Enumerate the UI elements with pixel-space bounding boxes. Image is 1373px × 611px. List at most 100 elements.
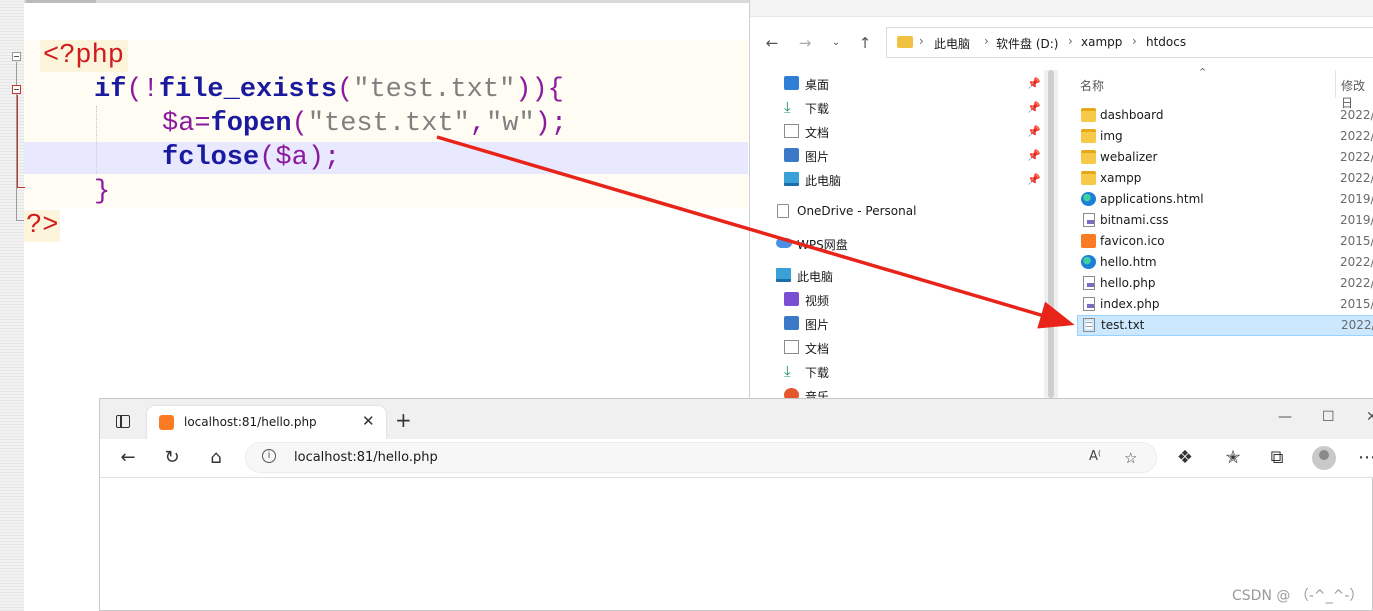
breadcrumb-item[interactable]: 此电脑 [934, 35, 970, 52]
code-line: $a=fopen("test.txt","w"); [162, 107, 567, 141]
breadcrumb-item[interactable]: htdocs [1146, 35, 1186, 49]
tab-actions-icon[interactable] [116, 415, 130, 428]
column-divider[interactable] [1335, 70, 1336, 98]
fold-toggle-icon[interactable] [12, 52, 21, 61]
edge-html-icon [1081, 255, 1096, 269]
scrollbar-thumb[interactable] [1048, 70, 1054, 398]
file-row-webalizer[interactable]: webalizer 2022/ [1077, 147, 1373, 168]
file-date: 2019/ [1340, 213, 1373, 227]
favorites-icon[interactable]: ✭ [1221, 446, 1245, 470]
breadcrumb-chevron-icon[interactable]: › [984, 34, 989, 48]
text-file-icon [1083, 318, 1095, 332]
close-tab-icon[interactable]: ✕ [362, 412, 375, 430]
file-date: 2022/ [1340, 255, 1373, 269]
nav-item-label: 图片 [805, 318, 830, 332]
forward-arrow-icon[interactable]: → [795, 33, 815, 53]
file-explorer-window: ← → ⌄ ↑ › 此电脑 › 软件盘 (D:) › xampp › htdoc… [749, 0, 1373, 404]
nav-item-this-pc[interactable]: 此电脑 📌 [750, 169, 1041, 191]
file-row-img[interactable]: img 2022/ [1077, 126, 1373, 147]
file-name: img [1100, 129, 1123, 143]
close-window-icon[interactable]: ✕ [1366, 409, 1373, 425]
file-row-hello-htm[interactable]: hello.htm 2022/ [1077, 252, 1373, 273]
up-arrow-icon[interactable]: ↑ [855, 33, 875, 53]
nav-item-downloads-2[interactable]: ⤓ 下载 [750, 361, 1040, 383]
nav-item-this-pc-root[interactable]: 此电脑 [750, 265, 1040, 287]
fold-toggle-icon[interactable] [12, 85, 21, 94]
folder-icon [1081, 171, 1096, 185]
nav-item-videos[interactable]: 视频 [750, 289, 1040, 311]
nav-item-pictures-2[interactable]: 图片 [750, 313, 1040, 335]
browser-toolbar: ← ↻ ⌂ i localhost:81/hello.php A⁽ ☆ ❖ ✭ … [100, 439, 1373, 478]
nav-item-documents-2[interactable]: 文档 [750, 337, 1040, 359]
edge-html-icon [1081, 192, 1096, 206]
php-file-icon [1083, 276, 1095, 290]
site-info-icon[interactable]: i [262, 449, 276, 463]
new-tab-plus-icon[interactable]: + [395, 408, 412, 432]
pin-icon: 📌 [1027, 149, 1041, 162]
nav-item-wps-cloud[interactable]: WPS网盘 [750, 233, 1040, 255]
file-row-hello-php[interactable]: hello.php 2022/ [1077, 273, 1373, 294]
nav-item-documents[interactable]: 文档 📌 [750, 121, 1041, 143]
add-favorite-icon[interactable]: ☆ [1124, 449, 1137, 467]
minimize-icon[interactable]: — [1278, 409, 1292, 425]
breadcrumb-chevron-icon[interactable]: › [1132, 34, 1137, 48]
maximize-icon[interactable]: ☐ [1322, 409, 1335, 425]
nav-item-label: 此电脑 [797, 270, 834, 284]
back-arrow-icon[interactable]: ← [116, 446, 140, 470]
profile-avatar[interactable] [1312, 446, 1336, 470]
file-date: 2015/ [1340, 234, 1373, 248]
navigation-scrollbar[interactable] [1044, 70, 1058, 398]
file-row-dashboard[interactable]: dashboard 2022/ [1077, 105, 1373, 126]
address-bar[interactable]: i localhost:81/hello.php A⁽ ☆ [245, 442, 1157, 473]
file-date: 2022/ [1340, 276, 1373, 290]
code-token: <?php [43, 41, 125, 71]
folder-icon [1081, 108, 1096, 122]
videos-icon [784, 292, 799, 306]
extensions-puzzle-icon[interactable]: ❖ [1173, 446, 1197, 470]
nav-item-label: 此电脑 [805, 174, 842, 188]
code-token: $a [275, 143, 308, 173]
code-token: ( [291, 109, 308, 139]
url-text[interactable]: localhost:81/hello.php [294, 450, 438, 465]
tab-title: localhost:81/hello.php [184, 415, 317, 429]
column-header-name[interactable]: 名称 [1080, 77, 1104, 94]
collections-icon[interactable]: ⧉ [1265, 446, 1289, 470]
editor-tab-stub[interactable] [26, 0, 96, 3]
breadcrumb-item[interactable]: xampp [1081, 35, 1122, 49]
address-bar[interactable]: › 此电脑 › 软件盘 (D:) › xampp › htdocs [886, 27, 1373, 58]
breadcrumb-chevron-icon[interactable]: › [1068, 34, 1073, 48]
code-token: if [94, 75, 127, 105]
tab-hello-php[interactable]: localhost:81/hello.php ✕ [147, 406, 386, 439]
this-pc-icon [776, 268, 791, 282]
tab-strip: localhost:81/hello.php ✕ + — ☐ ✕ [100, 399, 1373, 439]
nav-item-label: 文档 [805, 126, 830, 140]
file-row-index-php[interactable]: index.php 2015/ [1077, 294, 1373, 315]
breadcrumb-chevron-icon[interactable]: › [919, 34, 924, 48]
refresh-icon[interactable]: ↻ [160, 446, 184, 470]
read-aloud-icon[interactable]: A⁽ [1089, 449, 1101, 464]
pin-icon: 📌 [1027, 173, 1041, 186]
breadcrumb-item[interactable]: 软件盘 (D:) [996, 35, 1058, 52]
xampp-favicon-icon [159, 415, 174, 430]
file-row-test-txt[interactable]: test.txt 2022/ [1077, 315, 1373, 336]
nav-item-downloads[interactable]: ⤓ 下载 📌 [750, 97, 1041, 119]
file-row-bitnami-css[interactable]: bitnami.css 2019/ [1077, 210, 1373, 231]
nav-item-desktop[interactable]: 桌面 📌 [750, 73, 1041, 95]
file-name: applications.html [1100, 192, 1204, 206]
file-name: hello.htm [1100, 255, 1157, 269]
documents-icon [784, 340, 799, 354]
file-row-applications-html[interactable]: applications.html 2019/ [1077, 189, 1373, 210]
file-name: test.txt [1101, 318, 1145, 332]
code-token: (! [126, 75, 159, 105]
nav-item-pictures[interactable]: 图片 📌 [750, 145, 1041, 167]
nav-item-onedrive[interactable]: OneDrive - Personal [750, 201, 1040, 223]
file-row-favicon-ico[interactable]: favicon.ico 2015/ [1077, 231, 1373, 252]
back-arrow-icon[interactable]: ← [762, 33, 782, 53]
pictures-icon [784, 148, 799, 162]
code-line: fclose($a); [162, 141, 340, 175]
file-date: 2019/ [1340, 192, 1373, 206]
recent-locations-chevron-icon[interactable]: ⌄ [826, 33, 846, 53]
home-icon[interactable]: ⌂ [204, 446, 228, 470]
file-row-xampp[interactable]: xampp 2022/ [1077, 168, 1373, 189]
more-options-icon[interactable]: ⋯ [1355, 446, 1373, 470]
